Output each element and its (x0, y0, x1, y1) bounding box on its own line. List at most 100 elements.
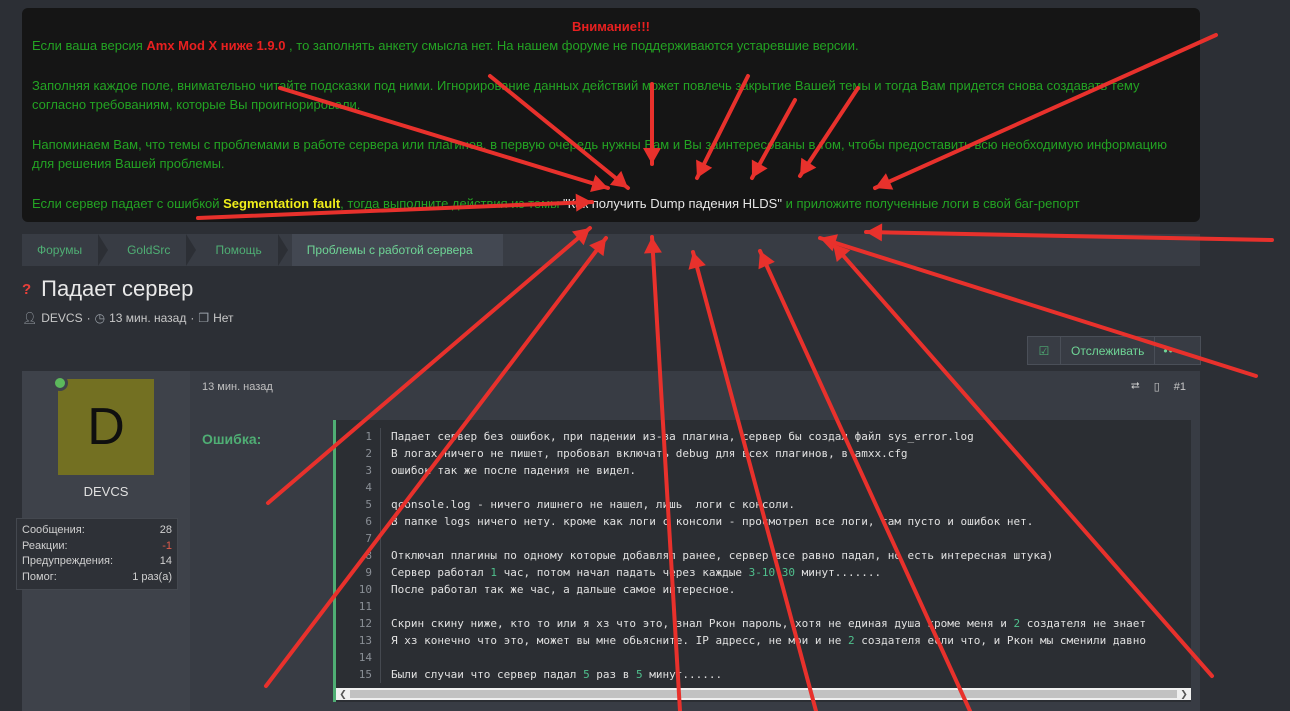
notice-text: Если сервер падает с ошибкой (32, 195, 224, 211)
stat-label: Сообщения: (22, 524, 85, 536)
notice-text: , тогда выполните действия из темы (340, 195, 564, 211)
stat-row: Сообщения: 28 (22, 523, 172, 539)
code-line: 3 ошибок так же после падения не видел. (336, 462, 1146, 479)
code-text-part: Скрин скину ниже, кто то или я хз что эт… (391, 617, 1014, 630)
stat-value: 28 (159, 524, 172, 536)
code-text: qconsole.log - ничего лишнего не нашел, … (391, 498, 795, 511)
line-number: 1 (336, 428, 381, 445)
code-number: 5 (583, 668, 590, 681)
notice-paragraph-reminder: Напоминаем Вам, что темы с проблемами в … (32, 136, 1168, 172)
code-text-part: час, потом начал падать через каждые (496, 566, 749, 579)
avatar[interactable]: D (58, 379, 154, 475)
notice-paragraph-fields: Заполняя каждое поле, внимательно читайт… (32, 77, 1140, 113)
code-text: Падает сервер без ошибок, при падении из… (391, 430, 974, 443)
scroll-right-icon[interactable]: ❯ (1177, 688, 1191, 700)
post-time[interactable]: 13 мин. назад (202, 381, 273, 393)
code-text-part: создателя если что, и Ркон мы сменили да… (854, 634, 1146, 647)
post-user-panel: D DEVCS Сообщения: 28 Реакции: -1 Предупре… (16, 371, 190, 711)
breadcrumb: Форумы GoldSrc Помощь Проблемы с работой… (22, 234, 1200, 266)
thread-time[interactable]: 13 мин. назад (109, 311, 186, 325)
share-icon[interactable]: ⮂ (1131, 380, 1140, 393)
breadcrumb-server-problems[interactable]: Проблемы с работой сервера (291, 234, 503, 266)
code-text: Отключал плагины по одному которые добав… (391, 549, 1054, 562)
line-number: 2 (336, 445, 381, 462)
code-line: 14 (336, 649, 1146, 666)
page-title: Падает сервер (41, 276, 194, 301)
notice-text: и приложите полученные логи в свой баг-р… (781, 195, 1080, 211)
code-line: 13 Я хз конечно что это, может вы мне обь… (336, 632, 1146, 649)
bookmark-icon[interactable]: ▯ (1154, 380, 1160, 393)
post-username[interactable]: DEVCS (22, 484, 190, 499)
stat-value: -1 (162, 539, 172, 552)
notice-version: Amx Mod X ниже 1.9.0 (146, 38, 286, 53)
stat-row: Предупреждения: 14 (22, 554, 172, 570)
notice-paragraph-dump: Если сервер падает с ошибкой Segmentatio… (32, 194, 1190, 214)
online-status-icon (52, 375, 68, 391)
scrollbar-thumb[interactable] (350, 690, 1177, 698)
stat-value: 1 раз(а) (132, 570, 172, 583)
post-tools: ⮂ ▯ #1 (1131, 380, 1186, 393)
code-text-part: минут...... (642, 668, 723, 681)
breadcrumb-help[interactable]: Помощь (200, 234, 291, 266)
code-text-part: Сервер работал (391, 566, 491, 579)
code-text-part: минут....... (795, 566, 882, 579)
post-number[interactable]: #1 (1174, 381, 1186, 393)
clock-icon: ◷ (94, 311, 106, 325)
code-block[interactable]: 1 Падает сервер без ошибок, при падении и… (333, 420, 1191, 702)
stat-row: Помог: 1 раз(а) (22, 570, 172, 586)
line-number: 3 (336, 462, 381, 479)
code-line: 15 Были случаи что сервер падал 5 раз в 5… (336, 666, 1146, 683)
line-number: 14 (336, 649, 381, 666)
post: D DEVCS Сообщения: 28 Реакции: -1 Предупре… (16, 371, 1200, 711)
code-number: 2 (847, 634, 855, 647)
stat-label: Помог: (22, 570, 57, 583)
notice-text: Если ваша версия (32, 38, 147, 53)
breadcrumb-forums[interactable]: Форумы (22, 234, 112, 266)
code-text: В логах ничего не пишет, пробовал включа… (391, 447, 908, 460)
thread-author[interactable]: DEVCS (41, 311, 82, 325)
code-number: 3-10-30 (748, 566, 795, 579)
code-text: После работал так же час, а дальше самое… (391, 583, 736, 596)
notice-title: Внимание!!! (572, 19, 650, 34)
code-text: Были случаи что сервер падал 5 раз в 5 м… (381, 666, 722, 683)
watch-button[interactable]: Отслеживать (1061, 337, 1156, 364)
thread-meta: 👤︎ DEVCS · ◷ 13 мин. назад · ❐ Нет (22, 311, 234, 325)
breadcrumb-goldsrc[interactable]: GoldSrc (112, 234, 200, 266)
watch-controls: ☑ Отслеживать ••• (1027, 336, 1201, 365)
more-options-button[interactable]: ••• (1155, 344, 1187, 358)
line-number: 10 (336, 581, 381, 598)
code-text-part: раз в (589, 668, 637, 681)
scroll-left-icon[interactable]: ❮ (336, 688, 350, 700)
code-text: Я хз конечно что это, может вы мне обьяс… (381, 632, 1146, 649)
code-number: 1 (490, 566, 497, 579)
code-line: 11 (336, 598, 1146, 615)
code-lines: 1 Падает сервер без ошибок, при падении и… (336, 428, 1146, 683)
line-number: 13 (336, 632, 381, 649)
code-line: 6 В папке logs ничего нету. кроме как лог… (336, 513, 1146, 530)
notice-paragraph-version: Если ваша версия Amx Mod X ниже 1.9.0 , … (32, 36, 1190, 56)
stat-label: Реакции: (22, 539, 68, 552)
notice-text: , то заполнять анкету смысла нет. На наш… (285, 38, 859, 53)
check-square-icon[interactable]: ☑ (1028, 337, 1061, 364)
line-number: 15 (336, 666, 381, 683)
user-icon: 👤︎ (22, 311, 38, 325)
line-number: 11 (336, 598, 381, 615)
code-line: 12 Скрин скину ниже, кто то или я хз что … (336, 615, 1146, 632)
code-text: Скрин скину ниже, кто то или я хз что эт… (381, 615, 1146, 632)
code-text-part: создателя не знает (1020, 617, 1146, 630)
meta-separator: · (86, 311, 91, 325)
line-number: 5 (336, 496, 381, 513)
code-text: ошибок так же после падения не видел. (391, 464, 637, 477)
stat-row: Реакции: -1 (22, 539, 172, 555)
user-stats: Сообщения: 28 Реакции: -1 Предупреждения: 1… (16, 518, 178, 590)
tag-icon: ❐ (198, 311, 210, 325)
dump-guide-link[interactable]: "Как получить Dump падения HLDS" (563, 196, 782, 211)
stat-label: Предупреждения: (22, 555, 114, 567)
error-field-label: Ошибка: (202, 431, 262, 447)
code-text: Сервер работал 1 час, потом начал падать… (381, 564, 881, 581)
horizontal-scrollbar[interactable]: ❮ ❯ (336, 688, 1191, 700)
code-text-part: Были случаи что сервер падал (391, 668, 584, 681)
